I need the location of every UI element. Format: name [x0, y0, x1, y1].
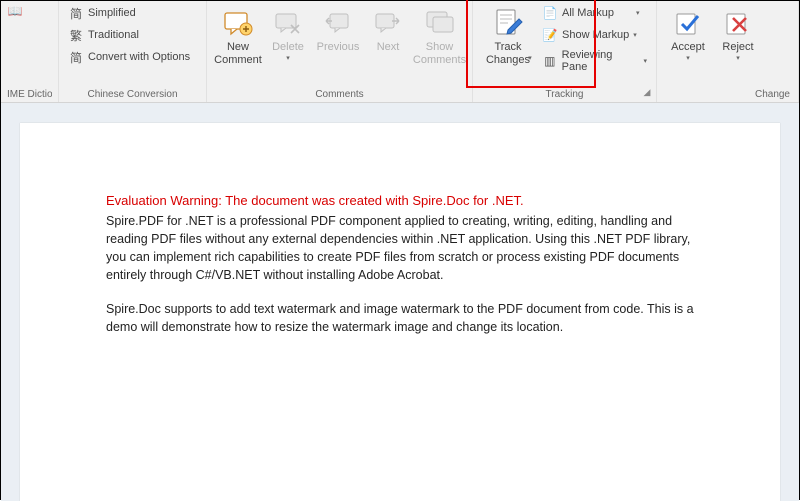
delete-comment-icon [272, 7, 304, 39]
show-markup-icon: 📝 [542, 27, 558, 43]
simplified-icon: 简 [68, 5, 84, 21]
next-comment-button[interactable]: Next [363, 3, 413, 58]
next-label: Next [377, 41, 400, 54]
all-markup-dropdown[interactable]: 📄 All Markup ▾ [539, 3, 650, 23]
tracking-group-label: Tracking [479, 87, 650, 101]
evaluation-warning: Evaluation Warning: The document was cre… [106, 193, 694, 208]
track-changes-icon [492, 7, 524, 39]
accept-icon [672, 7, 704, 39]
traditional-icon: 繁 [68, 27, 84, 43]
reject-icon [722, 7, 754, 39]
chinese-conversion-group: 简 Simplified 繁 Traditional 简 Convert wit… [59, 1, 207, 102]
previous-icon [322, 7, 354, 39]
all-markup-label: All Markup [562, 7, 614, 19]
convert-options-button[interactable]: 简 Convert with Options [65, 47, 193, 67]
accept-dropdown-icon: ▾ [686, 54, 690, 62]
track-changes-button[interactable]: Track Changes ▾ [479, 3, 537, 79]
chinese-group-label: Chinese Conversion [65, 87, 200, 101]
paragraph-1: Spire.PDF for .NET is a professional PDF… [106, 212, 694, 284]
reviewing-pane-label: Reviewing Pane [562, 49, 640, 73]
delete-comment-button[interactable]: Delete ▾ [263, 3, 313, 66]
show-markup-arrow-icon: ▾ [633, 31, 637, 39]
reject-dropdown-icon: ▾ [736, 54, 740, 62]
ime-icon: 📖 [7, 3, 23, 19]
reviewing-pane-dropdown[interactable]: ▥ Reviewing Pane ▾ [539, 47, 650, 75]
accept-button[interactable]: Accept ▾ [663, 3, 713, 66]
reject-button[interactable]: Reject ▾ [713, 3, 763, 66]
delete-dropdown-icon: ▾ [286, 54, 290, 62]
show-markup-dropdown[interactable]: 📝 Show Markup ▾ [539, 25, 650, 45]
document-page: Evaluation Warning: The document was cre… [20, 123, 780, 501]
previous-label: Previous [317, 41, 360, 54]
previous-comment-button[interactable]: Previous [313, 3, 363, 58]
delete-label: Delete [272, 41, 304, 54]
reviewing-pane-icon: ▥ [542, 53, 558, 69]
paragraph-2: Spire.Doc supports to add text watermark… [106, 300, 694, 336]
new-comment-icon [222, 7, 254, 39]
show-comments-label: Show Comments [413, 41, 466, 67]
track-changes-label: Track Changes [486, 41, 530, 67]
convert-options-label: Convert with Options [88, 51, 190, 63]
document-area: Evaluation Warning: The document was cre… [1, 103, 799, 501]
show-comments-icon [424, 7, 456, 39]
changes-group-label: Change [663, 87, 792, 101]
simplified-label: Simplified [88, 7, 136, 19]
traditional-label: Traditional [88, 29, 139, 41]
tracking-launcher[interactable]: ◢ [641, 87, 653, 99]
show-comments-button[interactable]: Show Comments [413, 3, 466, 71]
accept-label: Accept [671, 41, 705, 54]
reviewing-arrow-icon: ▾ [643, 57, 647, 65]
ribbon: 📖 IME Dictionary 简 Simplified 繁 Traditio… [1, 1, 799, 103]
all-markup-arrow-icon: ▾ [636, 9, 640, 17]
comments-group: New Comment Delete ▾ Previous Next [207, 1, 473, 102]
comments-group-label: Comments [213, 87, 466, 101]
ime-label: IME Dictionary [7, 87, 52, 101]
tracking-group: Track Changes ▾ 📄 All Markup ▾ 📝 Show Ma… [473, 1, 657, 102]
new-comment-label: New Comment [214, 41, 262, 67]
track-dropdown-icon: ▾ [528, 54, 532, 62]
convert-icon: 简 [68, 49, 84, 65]
next-icon [372, 7, 404, 39]
show-markup-label: Show Markup [562, 29, 629, 41]
new-comment-button[interactable]: New Comment [213, 3, 263, 71]
traditional-button[interactable]: 繁 Traditional [65, 25, 142, 45]
changes-group: Accept ▾ Reject ▾ Change [657, 1, 799, 102]
ime-group: 📖 IME Dictionary [1, 1, 59, 102]
tracking-options: 📄 All Markup ▾ 📝 Show Markup ▾ ▥ Reviewi… [539, 3, 650, 75]
reject-label: Reject [722, 41, 753, 54]
markup-icon: 📄 [542, 5, 558, 21]
simplified-button[interactable]: 简 Simplified [65, 3, 139, 23]
